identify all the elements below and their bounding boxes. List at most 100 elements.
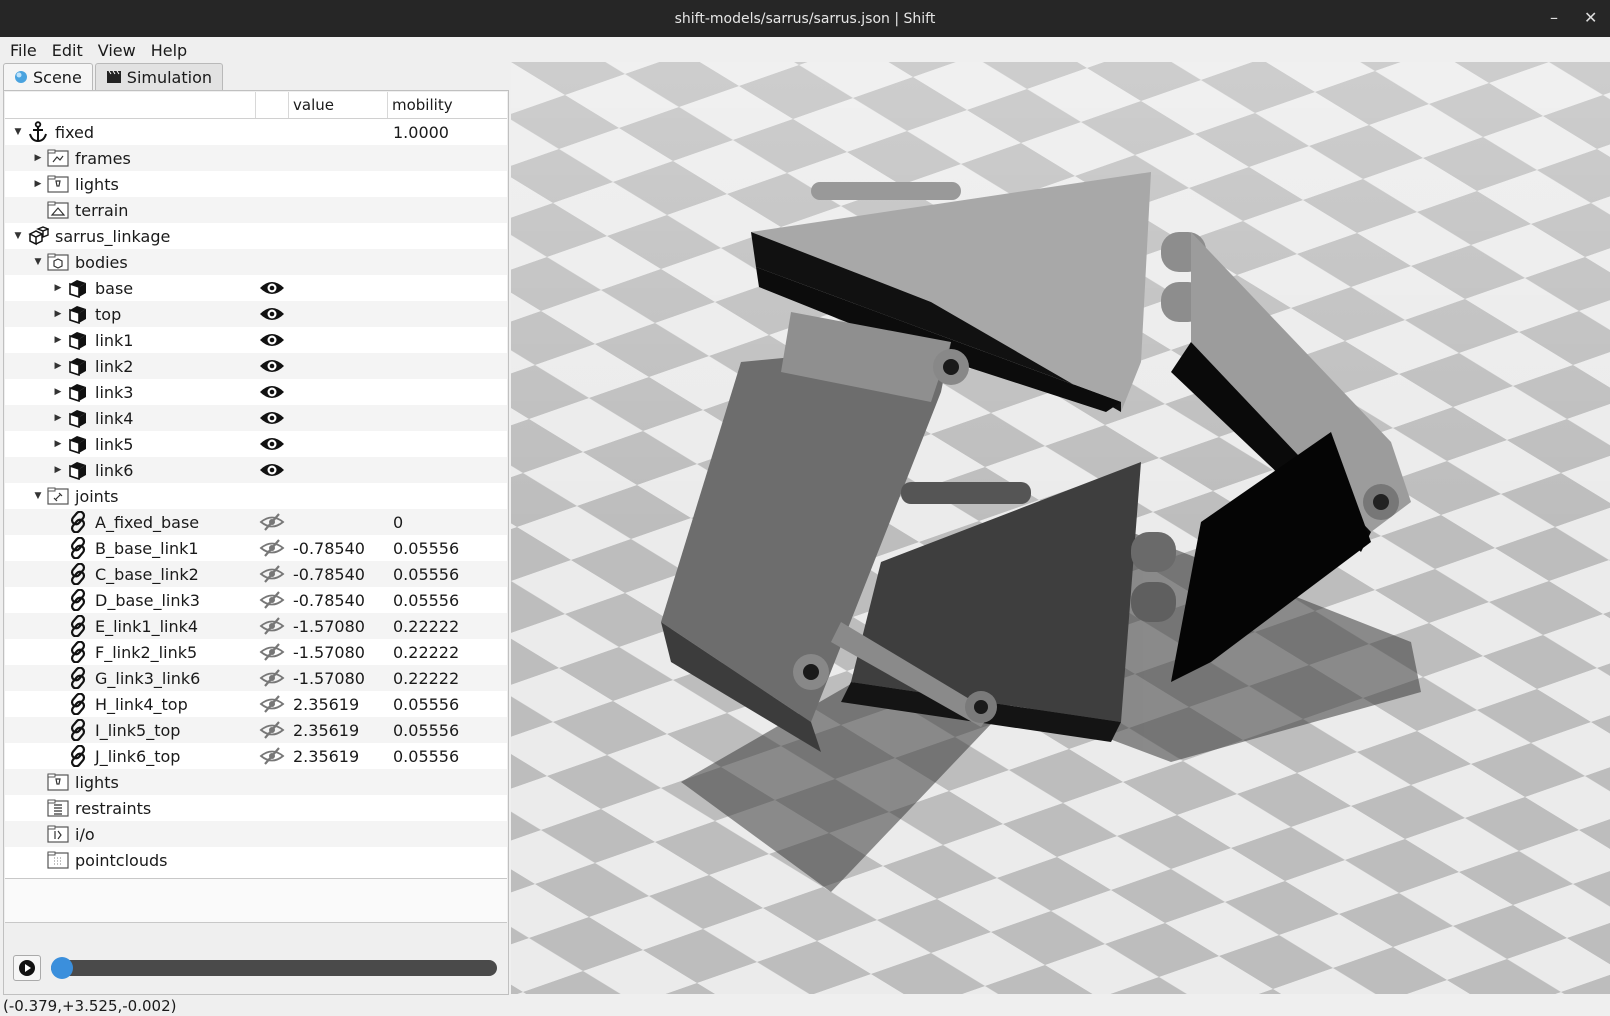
tree-row[interactable]: B_base_link1 -0.78540 0.05556 <box>5 535 507 561</box>
tree-row[interactable]: G_link3_link6 -1.57080 0.22222 <box>5 665 507 691</box>
tree-row[interactable]: terrain <box>5 197 507 223</box>
tree-row[interactable]: pointclouds <box>5 847 507 873</box>
tree-row[interactable]: ▶ link3 <box>5 379 507 405</box>
column-value[interactable]: value <box>289 92 388 118</box>
tree-row[interactable]: D_base_link3 -0.78540 0.05556 <box>5 587 507 613</box>
tree-item-label: joints <box>75 486 119 506</box>
tree-row[interactable]: F_link2_link5 -1.57080 0.22222 <box>5 639 507 665</box>
expand-arrow-icon[interactable]: ▶ <box>33 179 43 189</box>
tree-row[interactable]: ▶ link1 <box>5 327 507 353</box>
joint-value[interactable]: -1.57080 <box>293 643 365 662</box>
collapse-arrow-icon[interactable]: ▼ <box>13 231 23 241</box>
menu-view[interactable]: View <box>93 41 141 60</box>
joints-folder-icon <box>47 485 69 507</box>
tab-simulation[interactable]: Simulation <box>94 63 224 90</box>
visibility-eye-icon[interactable] <box>259 329 285 351</box>
tree-row[interactable]: restraints <box>5 795 507 821</box>
tree-row[interactable]: H_link4_top 2.35619 0.05556 <box>5 691 507 717</box>
expand-arrow-icon[interactable]: ▶ <box>53 439 63 449</box>
visibility-off-eye-icon[interactable] <box>259 719 285 741</box>
body-cube-icon <box>67 433 89 455</box>
close-button[interactable]: ✕ <box>1584 8 1597 27</box>
expand-arrow-icon[interactable]: ▶ <box>53 387 63 397</box>
timeline-slider[interactable] <box>51 957 497 979</box>
visibility-eye-icon[interactable] <box>259 355 285 377</box>
joint-value[interactable]: -0.78540 <box>293 539 365 558</box>
joint-value[interactable]: -0.78540 <box>293 565 365 584</box>
visibility-off-eye-icon[interactable] <box>259 537 285 559</box>
tree-row[interactable]: C_base_link2 -0.78540 0.05556 <box>5 561 507 587</box>
expand-arrow-icon[interactable]: ▶ <box>53 361 63 371</box>
play-icon <box>18 959 36 977</box>
visibility-eye-icon[interactable] <box>259 277 285 299</box>
tree-row[interactable]: ▶ top <box>5 301 507 327</box>
minimize-button[interactable]: – <box>1550 8 1558 27</box>
tree-row[interactable]: ▶ link2 <box>5 353 507 379</box>
expand-arrow-icon[interactable]: ▶ <box>53 465 63 475</box>
expand-arrow-icon[interactable]: ▶ <box>53 335 63 345</box>
menu-file[interactable]: File <box>5 41 42 60</box>
visibility-off-eye-icon[interactable] <box>259 589 285 611</box>
mobility-value: 0.05556 <box>393 720 460 740</box>
tree-row[interactable]: A_fixed_base 0 <box>5 509 507 535</box>
visibility-off-eye-icon[interactable] <box>259 641 285 663</box>
window-titlebar: shift-models/sarrus/sarrus.json | Shift … <box>0 0 1610 37</box>
menu-edit[interactable]: Edit <box>47 41 88 60</box>
collapse-arrow-icon[interactable]: ▼ <box>13 127 23 137</box>
tree-row[interactable]: ▼ joints <box>5 483 507 509</box>
collapse-arrow-icon[interactable]: ▼ <box>33 257 43 267</box>
tree-row[interactable]: ▼ fixed 1.0000 <box>5 119 507 145</box>
mobility-value: 0.05556 <box>393 590 460 610</box>
column-mobility[interactable]: mobility <box>388 92 507 118</box>
visibility-off-eye-icon[interactable] <box>259 563 285 585</box>
menu-help[interactable]: Help <box>146 41 192 60</box>
tree-row[interactable]: I_link5_top 2.35619 0.05556 <box>5 717 507 743</box>
expand-arrow-icon[interactable]: ▶ <box>53 309 63 319</box>
tree-row[interactable]: ▼ sarrus_linkage <box>5 223 507 249</box>
tree-row[interactable]: ▶ base <box>5 275 507 301</box>
tree-row[interactable]: E_link1_link4 -1.57080 0.22222 <box>5 613 507 639</box>
tree-row[interactable]: ▶ link4 <box>5 405 507 431</box>
scene-tree[interactable]: value mobility ▼ fixed 1.0000 ▶ frames ▶ light… <box>5 92 507 879</box>
tree-header: value mobility <box>5 92 507 119</box>
visibility-eye-icon[interactable] <box>259 407 285 429</box>
body-cube-icon <box>67 303 89 325</box>
tree-row[interactable]: i/o <box>5 821 507 847</box>
tree-row[interactable]: ▶ lights <box>5 171 507 197</box>
visibility-eye-icon[interactable] <box>259 459 285 481</box>
joint-value[interactable]: 2.35619 <box>293 695 359 714</box>
window-title: shift-models/sarrus/sarrus.json | Shift <box>674 10 936 27</box>
joint-value[interactable]: -1.57080 <box>293 669 365 688</box>
joint-value[interactable]: 2.35619 <box>293 721 359 740</box>
tree-row[interactable]: lights <box>5 769 507 795</box>
collapse-arrow-icon[interactable]: ▼ <box>33 491 43 501</box>
expand-arrow-icon[interactable]: ▶ <box>53 413 63 423</box>
expand-arrow-icon[interactable]: ▶ <box>33 153 43 163</box>
joint-value[interactable]: -0.78540 <box>293 591 365 610</box>
joint-value[interactable]: -1.57080 <box>293 617 365 636</box>
visibility-eye-icon[interactable] <box>259 381 285 403</box>
column-visibility[interactable] <box>256 92 289 118</box>
tree-row[interactable]: ▶ frames <box>5 145 507 171</box>
timeline-slider-handle[interactable] <box>51 957 73 979</box>
tree-row[interactable]: J_link6_top 2.35619 0.05556 <box>5 743 507 769</box>
mobility-value: 0.05556 <box>393 694 460 714</box>
visibility-off-eye-icon[interactable] <box>259 615 285 637</box>
tree-row[interactable]: ▶ link5 <box>5 431 507 457</box>
tab-scene[interactable]: Scene <box>3 63 93 90</box>
visibility-off-eye-icon[interactable] <box>259 693 285 715</box>
play-button[interactable] <box>13 955 41 981</box>
expand-arrow-icon[interactable]: ▶ <box>53 283 63 293</box>
3d-viewport[interactable] <box>511 62 1610 994</box>
visibility-off-eye-icon[interactable] <box>259 745 285 767</box>
tree-row[interactable]: ▼ bodies <box>5 249 507 275</box>
tree-item-label: restraints <box>75 798 152 818</box>
visibility-off-eye-icon[interactable] <box>259 511 285 533</box>
tree-item-label: C_base_link2 <box>95 564 199 584</box>
tree-row[interactable]: ▶ link6 <box>5 457 507 483</box>
visibility-off-eye-icon[interactable] <box>259 667 285 689</box>
visibility-eye-icon[interactable] <box>259 303 285 325</box>
visibility-eye-icon[interactable] <box>259 433 285 455</box>
column-name[interactable] <box>5 92 256 118</box>
joint-value[interactable]: 2.35619 <box>293 747 359 766</box>
